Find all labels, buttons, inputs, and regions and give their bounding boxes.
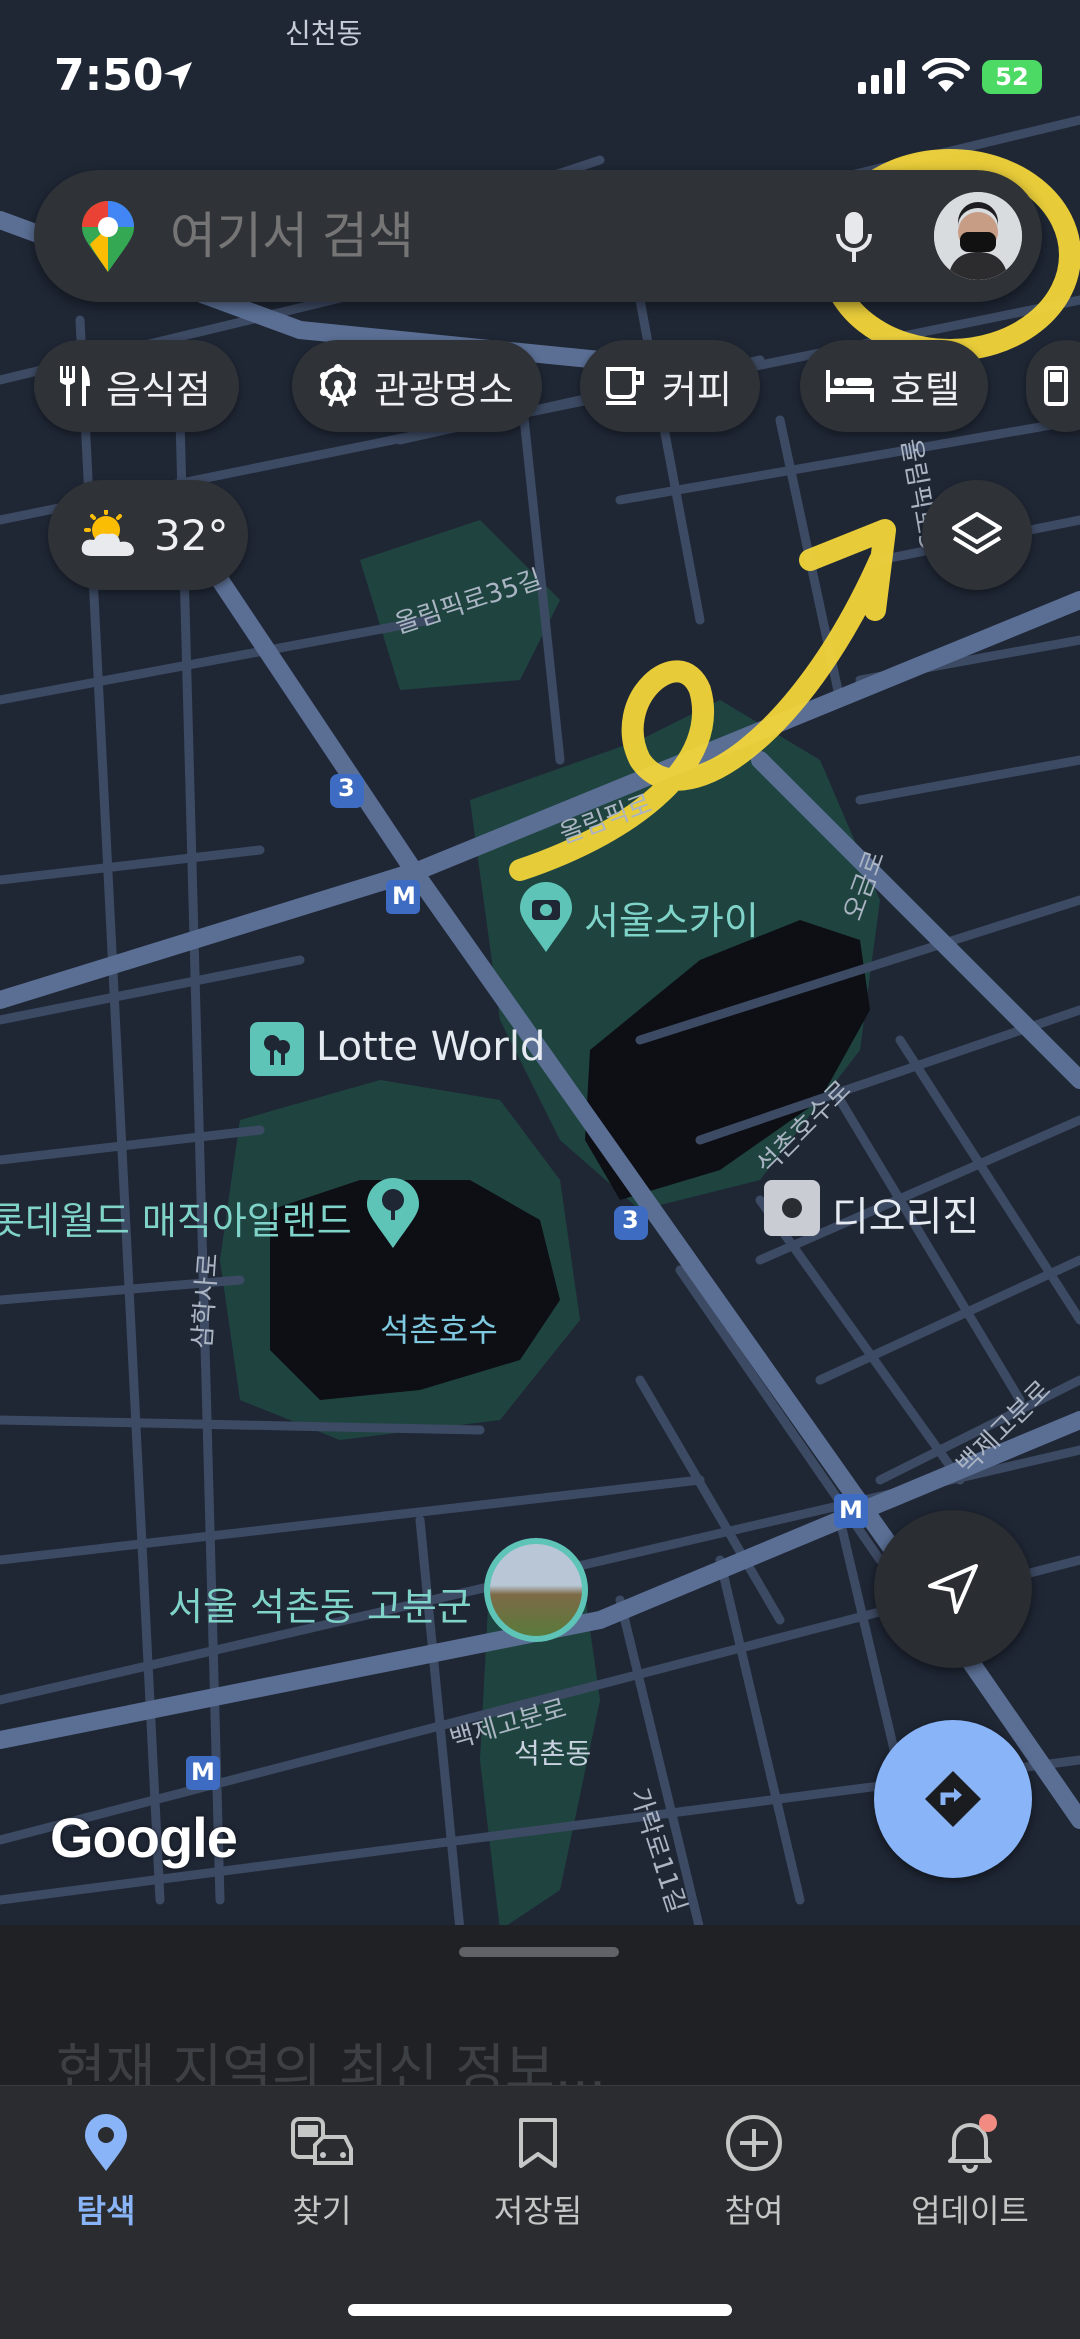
tree-pin-icon[interactable] bbox=[365, 1178, 421, 1254]
tab-label: 찾기 bbox=[292, 2192, 352, 2230]
tab-label: 참여 bbox=[724, 2192, 784, 2230]
ferris-wheel-icon bbox=[316, 364, 360, 408]
chip-label: 호텔 bbox=[890, 367, 960, 412]
poi-burial-mounds[interactable]: 서울 석촌동 고분군 bbox=[168, 1576, 472, 1631]
tab-contribute[interactable]: 참여 bbox=[654, 2108, 854, 2238]
chip-label: 커피 bbox=[662, 367, 732, 412]
chip-restaurants[interactable]: 음식점 bbox=[34, 340, 239, 432]
sheet-drag-handle[interactable] bbox=[459, 1947, 619, 1957]
area-label: 신천동 bbox=[285, 17, 363, 50]
gas-station-icon bbox=[1044, 364, 1074, 408]
bell-icon bbox=[940, 2108, 1000, 2178]
weather-chip[interactable]: 32° bbox=[48, 480, 248, 590]
metro-badge: M bbox=[191, 1758, 215, 1786]
commute-icon bbox=[289, 2108, 355, 2178]
sheet-title: 현재 지역의 최신 정보... bbox=[56, 2038, 607, 2085]
layers-icon bbox=[952, 512, 1002, 554]
poi-seokchon-lake: 석촌호수 bbox=[380, 1311, 498, 1349]
route-badge: 3 bbox=[338, 774, 355, 802]
navigation-arrow-icon bbox=[928, 1564, 978, 1614]
google-maps-pin-icon bbox=[80, 200, 136, 278]
route-badge: 3 bbox=[622, 1206, 639, 1234]
metro-badge: M bbox=[392, 882, 416, 910]
tab-label: 탐색 bbox=[76, 2192, 136, 2230]
photo-thumbnail bbox=[490, 1544, 582, 1636]
metro-badge: M bbox=[839, 1496, 863, 1524]
microphone-icon[interactable] bbox=[834, 210, 874, 268]
area-label: 석촌동 bbox=[514, 1737, 592, 1770]
chip-label: 음식점 bbox=[106, 367, 211, 412]
battery-indicator: 52 bbox=[982, 60, 1042, 94]
search-bar[interactable] bbox=[34, 170, 1042, 302]
home-indicator[interactable] bbox=[348, 2304, 732, 2316]
explore-pin-icon bbox=[83, 2108, 129, 2178]
photo-pin[interactable] bbox=[484, 1538, 588, 1642]
camera-pin-icon[interactable] bbox=[518, 882, 574, 958]
bookmark-icon bbox=[517, 2108, 559, 2178]
add-circle-icon bbox=[724, 2108, 784, 2178]
bottom-sheet[interactable]: 현재 지역의 최신 정보... bbox=[0, 1925, 1080, 2085]
street-label: 삼학사로 bbox=[187, 1252, 225, 1350]
chip-hotels[interactable]: 호텔 bbox=[800, 340, 988, 432]
tab-label: 저장됨 bbox=[493, 2192, 583, 2230]
poi-lotte-world[interactable]: Lotte World bbox=[316, 1024, 545, 1070]
tab-saved[interactable]: 저장됨 bbox=[438, 2108, 638, 2238]
bed-icon bbox=[824, 368, 876, 404]
coffee-icon bbox=[604, 365, 648, 407]
avatar[interactable] bbox=[934, 192, 1022, 280]
fork-knife-icon bbox=[58, 364, 92, 408]
directions-icon bbox=[925, 1771, 981, 1827]
poi-magic-island[interactable]: 롯데월드 매직아일랜드 bbox=[0, 1190, 352, 1245]
chip-label: 관광명소 bbox=[374, 367, 514, 412]
clock: 7:50 bbox=[54, 50, 164, 101]
cellular-signal-icon bbox=[858, 60, 908, 98]
tab-updates[interactable]: 업데이트 bbox=[870, 2108, 1070, 2238]
category-chips: 음식점 관광명소 커피 호텔 bbox=[34, 340, 1080, 432]
tab-label: 업데이트 bbox=[911, 2192, 1029, 2230]
google-logo: Google bbox=[50, 1806, 238, 1869]
partly-sunny-icon bbox=[76, 510, 144, 560]
layers-button[interactable] bbox=[922, 480, 1032, 590]
status-bar: 신천동 7:50 52 bbox=[0, 0, 1080, 150]
location-arrow-icon bbox=[160, 58, 196, 98]
my-location-button[interactable] bbox=[874, 1510, 1032, 1668]
amusement-park-icon[interactable] bbox=[250, 1022, 304, 1076]
tab-go[interactable]: 찾기 bbox=[222, 2108, 422, 2238]
tab-explore[interactable]: 탐색 bbox=[6, 2108, 206, 2238]
wifi-icon bbox=[922, 56, 970, 98]
place-square-icon[interactable] bbox=[764, 1180, 820, 1236]
chip-attractions[interactable]: 관광명소 bbox=[292, 340, 542, 432]
temperature: 32° bbox=[154, 510, 229, 560]
poi-seoul-sky[interactable]: 서울스카이 bbox=[584, 890, 759, 945]
bottom-navigation: 탐색 찾기 저장됨 참여 업데이트 bbox=[0, 2085, 1080, 2339]
directions-button[interactable] bbox=[874, 1720, 1032, 1878]
chip-gas[interactable] bbox=[1026, 340, 1080, 432]
search-input[interactable] bbox=[170, 170, 770, 302]
poi-dior[interactable]: 디오리진 bbox=[832, 1184, 979, 1242]
chip-coffee[interactable]: 커피 bbox=[580, 340, 760, 432]
